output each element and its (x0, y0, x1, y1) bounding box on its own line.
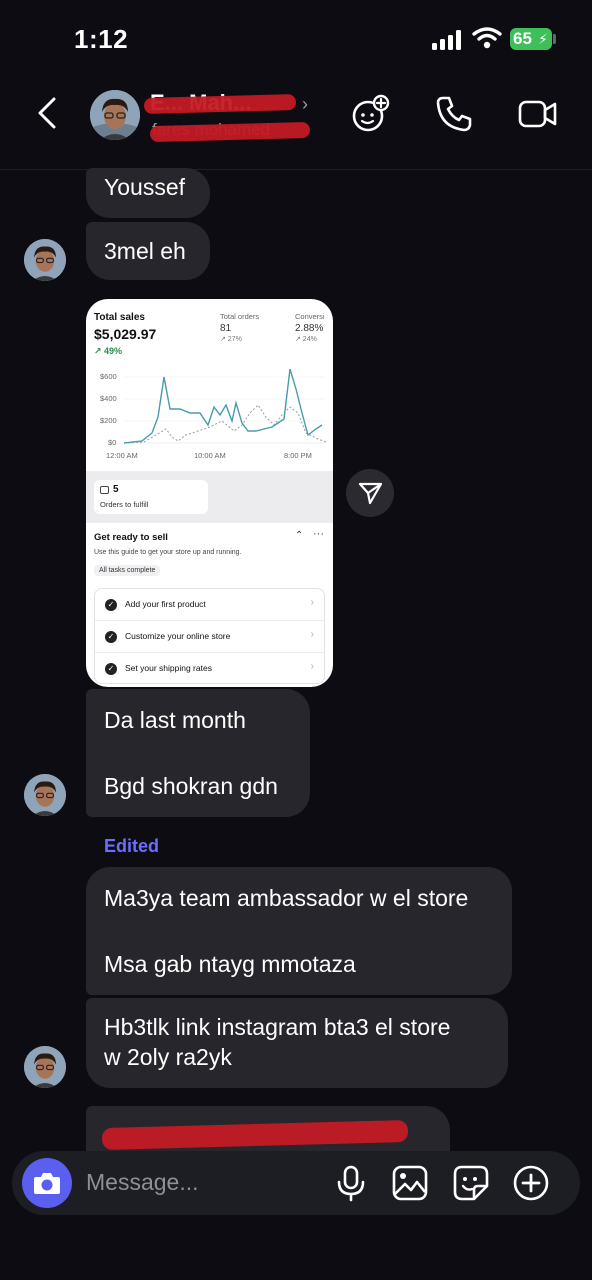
orders-label: Orders to fulfill (100, 500, 149, 509)
avatar-photo-icon (90, 90, 140, 140)
total-sales-label: Total sales (94, 312, 145, 323)
task-item[interactable]: ✓ Customize your online store › (95, 621, 324, 653)
message-text-line: Da last month (104, 707, 246, 733)
shared-image-card[interactable]: Total sales $5,029.97 ↗ 49% Total orders… (86, 299, 333, 687)
avatar-photo-icon (24, 774, 66, 816)
tasks-complete-badge: All tasks complete (94, 565, 161, 576)
chevron-right-icon[interactable]: › (302, 94, 308, 115)
redaction-mark (149, 121, 311, 143)
sales-line (123, 369, 323, 444)
check-circle-icon: ✓ (105, 599, 117, 611)
avatar-photo-icon (24, 1046, 66, 1088)
message-text: 3mel eh (104, 238, 186, 264)
task-label: Add your first product (125, 599, 206, 609)
task-label: Customize your online store (125, 631, 231, 641)
send-icon (358, 482, 383, 505)
message-bubble[interactable]: Youssef (86, 168, 210, 218)
share-button[interactable] (346, 469, 394, 517)
orders-count: 5 (113, 484, 119, 495)
message-input[interactable]: Message... (86, 1169, 199, 1196)
message-composer: Message... (12, 1151, 580, 1215)
camera-button[interactable] (22, 1158, 72, 1208)
edited-label: Edited (104, 836, 160, 856)
battery-level: 65 (513, 29, 532, 48)
collapse-chevron-icon[interactable]: ⌃ (295, 530, 303, 541)
comparison-line (123, 404, 327, 444)
microphone-icon[interactable] (332, 1164, 370, 1202)
sticker-icon[interactable] (452, 1164, 490, 1202)
message-text: Youssef (104, 174, 185, 200)
conversion-value: 2.88% (295, 323, 324, 334)
total-sales-change: ↗ 49% (94, 346, 123, 356)
battery-indicator: 65 ⚡ (510, 28, 552, 50)
task-label: Set your shipping rates (125, 663, 212, 673)
gallery-icon[interactable] (391, 1164, 429, 1202)
check-circle-icon: ✓ (105, 631, 117, 643)
x-tick-label: 12:00 AM (106, 451, 138, 460)
guide-subtitle: Use this guide to get your store up and … (94, 549, 242, 556)
cellular-signal-icon (432, 30, 462, 50)
chat-header: E... Mah... › fares mohamed (0, 80, 592, 170)
conversion-label: Conversi (295, 312, 325, 321)
message-text-line: Msa gab ntayg mmotaza (104, 951, 356, 977)
orders-to-fulfill-box[interactable]: 5 Orders to fulfill (94, 480, 208, 514)
redaction-mark (101, 1119, 409, 1151)
x-tick-label: 8:00 PM (284, 451, 312, 460)
message-bubble[interactable]: Ma3ya team ambassador w el store Msa gab… (86, 867, 512, 995)
task-item[interactable]: ✓ Add your first product › (95, 589, 324, 621)
camera-icon (34, 1173, 60, 1194)
sender-avatar[interactable] (24, 239, 66, 281)
status-time: 1:12 (74, 24, 129, 54)
task-item[interactable]: ✓ Set your shipping rates › (95, 653, 324, 685)
guide-title: Get ready to sell (94, 532, 168, 543)
message-bubble[interactable]: Da last month Bgd shokran gdn (86, 689, 310, 817)
sender-avatar[interactable] (24, 1046, 66, 1088)
x-tick-label: 10:00 AM (194, 451, 226, 460)
chevron-right-icon: › (310, 661, 314, 672)
video-call-icon[interactable] (518, 94, 558, 134)
message-bubble[interactable]: 3mel eh (86, 222, 210, 280)
message-text-line: w 2oly ra2yk (104, 1044, 232, 1070)
message-text-line: Bgd shokran gdn (104, 773, 278, 799)
orders-box-icon (100, 486, 109, 494)
message-text-line: Ma3ya team ambassador w el store (104, 885, 469, 911)
total-sales-value: $5,029.97 (94, 326, 157, 342)
total-orders-change: ↗ 27% (220, 336, 242, 343)
message-bubble[interactable]: Hb3tlk link instagram bta3 el store w 2o… (86, 998, 508, 1088)
battery-tip (553, 34, 556, 44)
chevron-right-icon: › (310, 597, 314, 608)
sender-avatar[interactable] (24, 774, 66, 816)
chevron-right-icon: › (310, 629, 314, 640)
check-circle-icon: ✓ (105, 663, 117, 675)
sales-line-chart (123, 369, 327, 444)
more-options-icon[interactable]: ··· (313, 528, 324, 540)
redaction-mark (143, 94, 297, 114)
message-text-line: Hb3tlk link instagram bta3 el store (104, 1014, 451, 1040)
total-orders-label: Total orders (220, 312, 260, 321)
wifi-icon (472, 27, 502, 49)
task-list: ✓ Add your first product › ✓ Customize y… (94, 588, 325, 684)
orders-strip: 5 Orders to fulfill (86, 471, 333, 523)
back-arrow-icon[interactable] (34, 96, 64, 130)
status-bar: 1:12 65 ⚡ (0, 0, 592, 80)
contact-avatar[interactable] (90, 90, 140, 140)
conversion-change: ↗ 24% (295, 336, 317, 343)
avatar-photo-icon (24, 239, 66, 281)
total-orders-value: 81 (220, 323, 232, 334)
effects-icon[interactable] (350, 94, 390, 134)
phone-call-icon[interactable] (434, 94, 474, 134)
add-icon[interactable] (512, 1164, 550, 1202)
charging-bolt-icon: ⚡ (538, 31, 548, 47)
